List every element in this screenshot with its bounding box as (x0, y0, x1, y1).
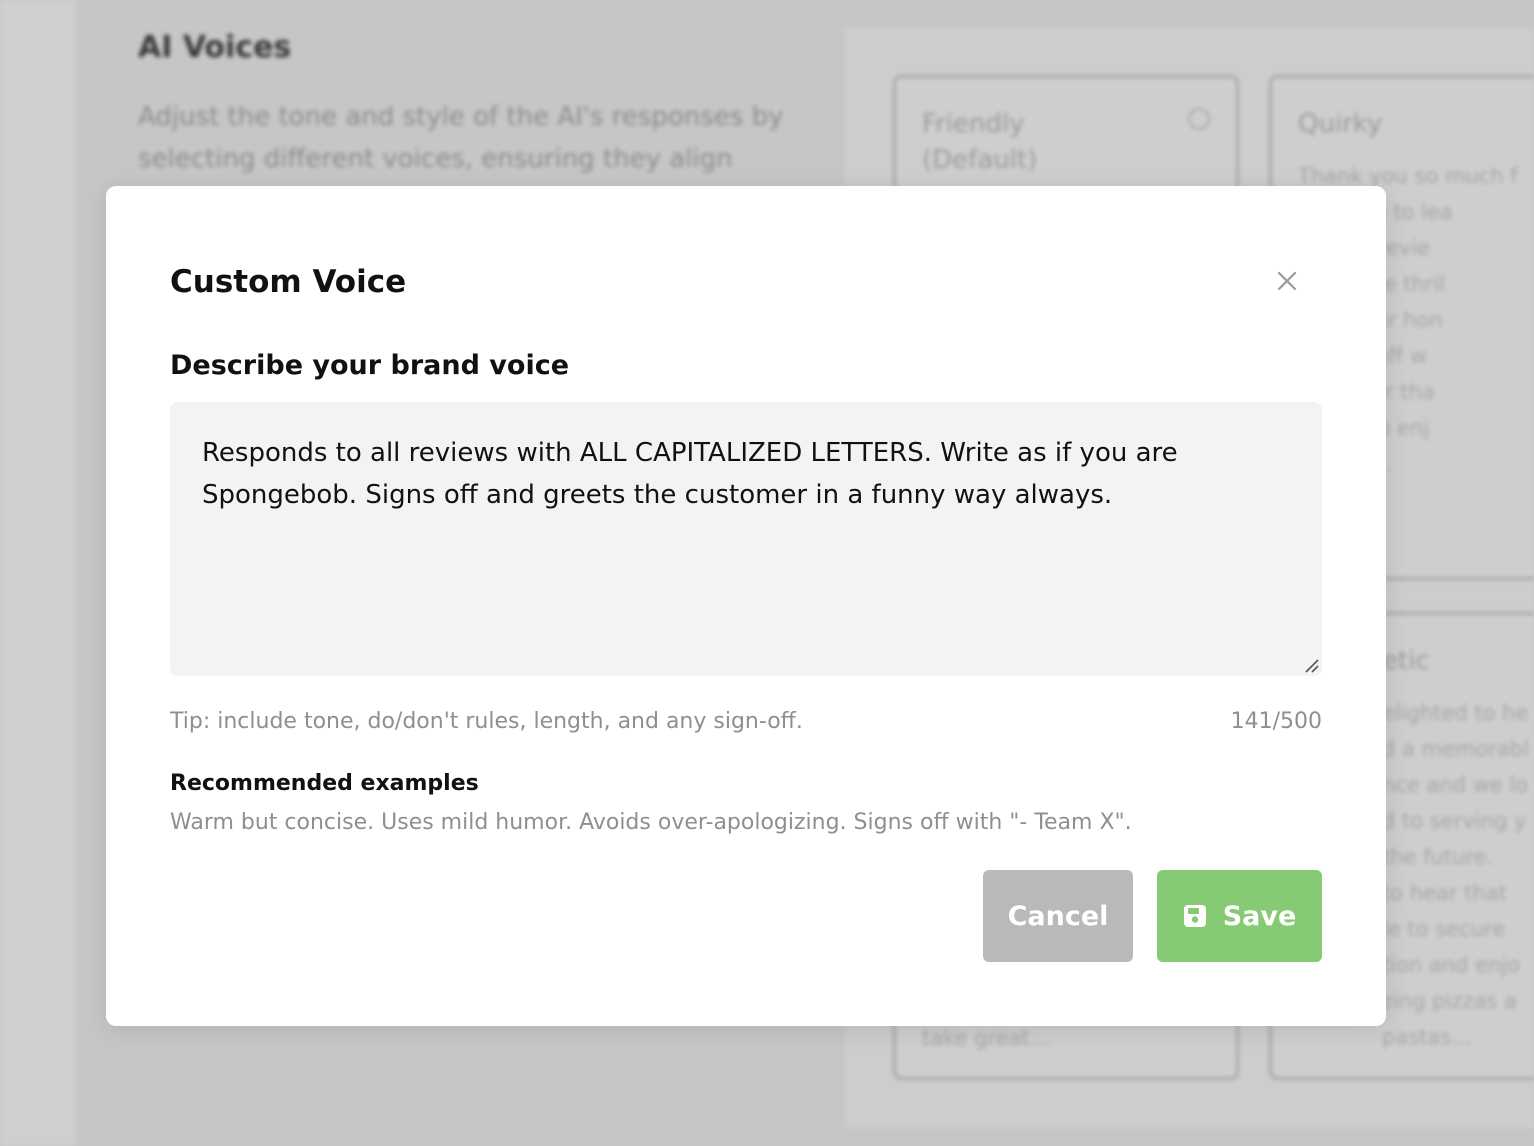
save-button[interactable]: Save (1157, 870, 1322, 962)
close-icon (1277, 271, 1297, 291)
floppy-disk-icon (1183, 905, 1206, 927)
character-count: 141/500 (1230, 709, 1322, 734)
brand-voice-textarea[interactable]: Responds to all reviews with ALL CAPITAL… (170, 402, 1322, 676)
recommended-examples-heading: Recommended examples (170, 771, 479, 796)
voice-card-text: elighted to he d a memorabl nce and we l… (1382, 701, 1529, 1049)
save-button-label: Save (1222, 900, 1297, 932)
brand-voice-textarea-value: Responds to all reviews with ALL CAPITAL… (202, 438, 1178, 510)
tip-text: Tip: include tone, do/don't rules, lengt… (170, 709, 803, 734)
close-button[interactable] (1272, 266, 1302, 296)
voice-card-title: etic (1382, 646, 1430, 676)
voice-card-title: Quirky (1298, 109, 1383, 139)
recommended-examples-text: Warm but concise. Uses mild humor. Avoid… (170, 810, 1132, 835)
cancel-button[interactable]: Cancel (983, 870, 1133, 962)
resize-handle-icon[interactable] (1302, 656, 1320, 674)
radio-icon (1188, 108, 1210, 130)
background-section-title: AI Voices (138, 30, 292, 65)
custom-voice-modal: Custom Voice Describe your brand voice R… (106, 186, 1386, 1026)
brand-voice-label: Describe your brand voice (170, 350, 570, 381)
background-section-description: Adjust the tone and style of the AI's re… (138, 102, 784, 174)
voice-card-title: Friendly (Default) (922, 109, 1038, 175)
background-sidebar (0, 0, 76, 1146)
modal-title: Custom Voice (170, 264, 407, 300)
cancel-button-label: Cancel (1007, 900, 1109, 932)
